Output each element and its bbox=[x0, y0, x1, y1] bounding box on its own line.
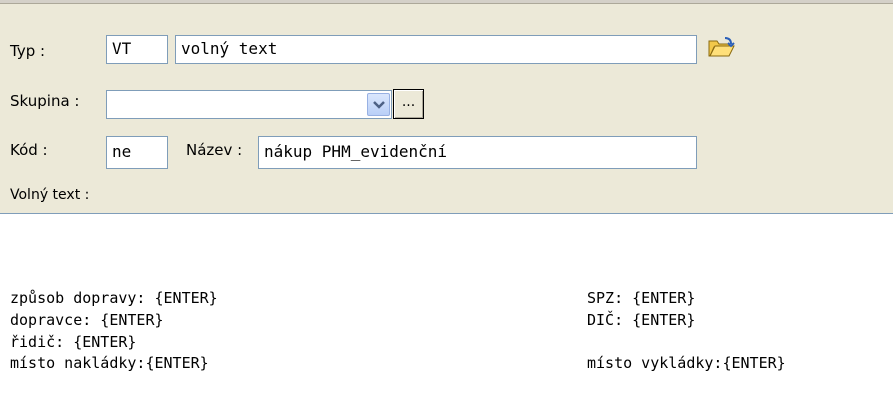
nazev-field[interactable]: nákup PHM_evidenční bbox=[258, 136, 697, 169]
skupina-combobox[interactable] bbox=[106, 90, 392, 119]
top-border bbox=[0, 0, 893, 4]
kod-field[interactable]: ne bbox=[106, 136, 168, 169]
text-line: SPZ: {ENTER} bbox=[587, 289, 696, 307]
typ-code-field[interactable]: VT bbox=[106, 35, 168, 64]
skupina-label: Skupina : bbox=[10, 92, 80, 110]
text-line: dopravce: {ENTER} bbox=[10, 311, 164, 329]
skupina-dropdown-button[interactable] bbox=[367, 93, 390, 116]
text-line: řidič: {ENTER} bbox=[10, 333, 137, 351]
nazev-label: Název : bbox=[186, 141, 243, 159]
folder-open-icon[interactable] bbox=[707, 37, 735, 59]
skupina-browse-button[interactable]: ... bbox=[393, 89, 424, 119]
chevron-down-icon bbox=[373, 101, 385, 109]
typ-label: Typ : bbox=[10, 42, 46, 60]
typ-name-field[interactable]: volný text bbox=[175, 35, 697, 64]
kod-label: Kód : bbox=[10, 141, 48, 159]
volny-text-label: Volný text : bbox=[10, 187, 90, 203]
text-line: DIČ: {ENTER} bbox=[587, 311, 696, 329]
text-line: místo nakládky:{ENTER} bbox=[10, 354, 209, 372]
text-line: způsob dopravy: {ENTER} bbox=[10, 289, 218, 307]
text-line: místo vykládky:{ENTER} bbox=[587, 354, 786, 372]
volny-text-area[interactable]: způsob dopravy: {ENTER} dopravce: {ENTER… bbox=[0, 213, 893, 419]
